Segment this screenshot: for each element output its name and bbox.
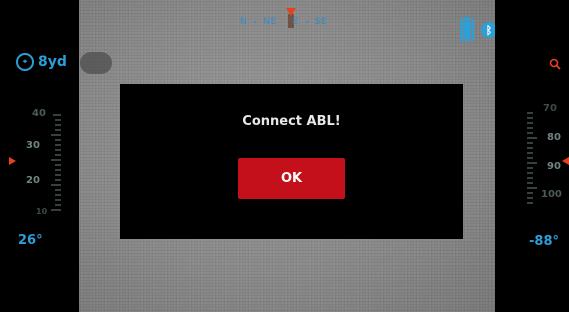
tilt-label-40: 40: [32, 108, 46, 119]
elevation-marker-icon: [562, 157, 569, 165]
tilt-scale-left: [51, 114, 61, 211]
compass-label-ne: NE: [263, 17, 277, 27]
battery-icon: [460, 17, 474, 41]
elevation-label-100: 100: [541, 189, 562, 200]
right-angle: -88°: [529, 234, 559, 249]
compass-dot: [254, 21, 257, 23]
right-panel: 70 80 90 100 -88°: [495, 0, 569, 312]
compass-label-n: N: [240, 17, 248, 27]
tilt-label-10: 10: [36, 207, 48, 216]
elevation-label-70: 70: [543, 103, 557, 114]
connect-dialog: Connect ABL! OK: [120, 84, 463, 239]
search-icon[interactable]: [549, 58, 561, 70]
left-angle: 26°: [18, 233, 43, 248]
tilt-marker-icon: [9, 157, 16, 165]
ok-button[interactable]: OK: [238, 158, 345, 199]
compass-heading-marker-icon: [286, 8, 296, 16]
left-panel: ⌖ 8yd 40 30 20 10 26°: [0, 0, 79, 312]
compass-strip: N NE E SE: [240, 13, 327, 31]
compass-label-se: SE: [314, 17, 328, 27]
rangefinder-icon: ⌖: [16, 53, 34, 71]
rangefinder-readout: ⌖ 8yd: [16, 53, 67, 71]
compass-label-e: E: [292, 17, 299, 27]
elevation-label-80: 80: [547, 132, 561, 143]
range-value: 8yd: [38, 54, 67, 70]
tilt-label-20: 20: [26, 175, 40, 186]
range-toggle-pill[interactable]: [80, 52, 112, 74]
compass-dot: [305, 21, 308, 23]
tilt-label-30: 30: [26, 140, 40, 151]
dialog-title: Connect ABL!: [242, 114, 341, 129]
elevation-label-90: 90: [547, 161, 561, 172]
